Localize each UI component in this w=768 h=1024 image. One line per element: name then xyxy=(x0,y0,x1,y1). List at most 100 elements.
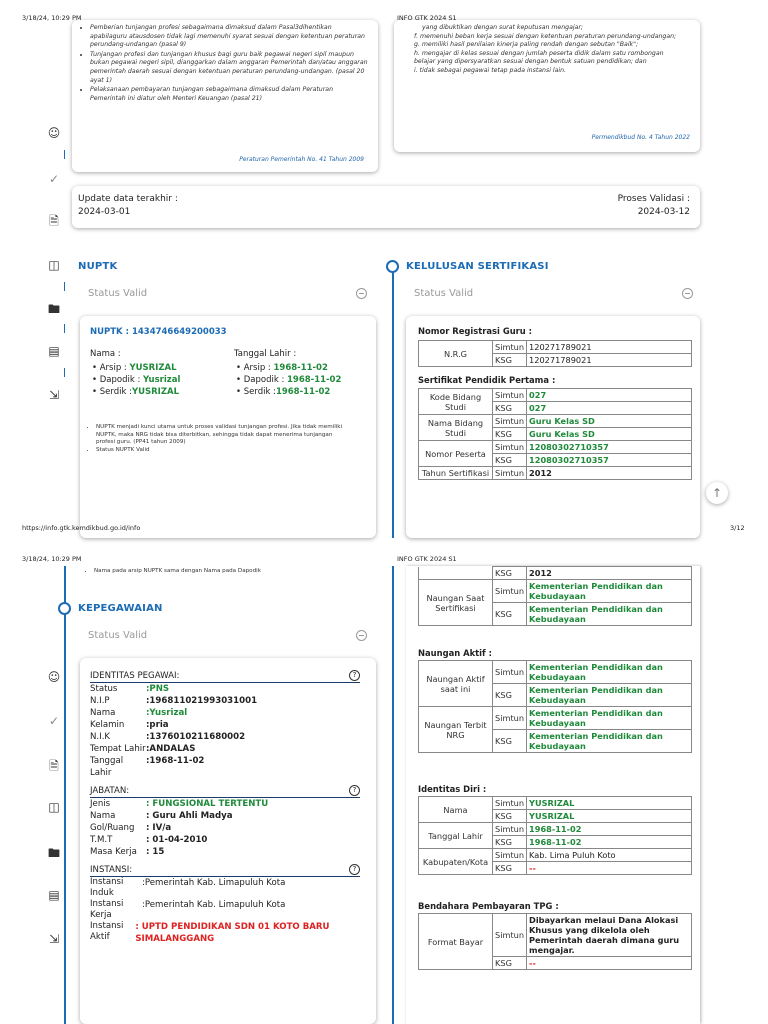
field-label: N.I.K xyxy=(90,732,111,742)
collapse-icon[interactable] xyxy=(356,288,367,299)
table-cell: 120271789021 xyxy=(526,353,692,367)
field-label: Nama xyxy=(90,811,116,821)
field-label: Nama xyxy=(90,708,116,718)
print-datetime: 3/18/24, 10:29 PM xyxy=(22,555,82,563)
sidebar-divider xyxy=(64,324,65,333)
field-label: Tempat Lahir xyxy=(90,744,146,754)
status-text: Status Valid xyxy=(88,288,148,299)
field-label: Tanggal Lahir xyxy=(90,756,124,778)
sertifikasi-card: Nomor Registrasi Guru : N.R.G Simtun 120… xyxy=(406,316,700,538)
field-label: Instansi Aktif xyxy=(90,921,124,942)
field-row: Masa Kerja: 15 xyxy=(90,846,376,858)
table-cell: 2012 xyxy=(526,466,692,480)
sertifikasi-card-continued: KSG 2012 Naungan Saat Sertifikasi Simtun… xyxy=(406,566,700,1024)
naungan-sertifikasi-table: KSG 2012 Naungan Saat Sertifikasi Simtun… xyxy=(418,566,692,626)
field-row: Gol/Ruang: IV/a xyxy=(90,822,376,834)
field-row: Tempat Lahir:ANDALAS xyxy=(90,743,376,755)
inbox-icon[interactable]: ▤ xyxy=(45,888,63,902)
identitas-title: IDENTITAS PEGAWAI: xyxy=(90,671,180,681)
field-row: Jenis: FUNGSIONAL TERTENTU xyxy=(90,798,376,810)
field-row: T.M.T: 01-04-2010 xyxy=(90,834,376,846)
document-icon[interactable]: 🗎 xyxy=(45,212,63,233)
nuptk-notes: NUPTK menjadi kunci utama untuk proses v… xyxy=(86,424,348,454)
identitas-pegawai: IDENTITAS PEGAWAI: ? Status :PNS N.I.P :196… xyxy=(90,670,376,945)
table-cell: Kementerian Pendidikan dan Kebudayaan xyxy=(526,602,692,626)
print-datetime: 3/18/24, 10:29 PM xyxy=(22,14,82,22)
identitas-diri-table: Nama Simtun YUSRIZAL KSG YUSRIZAL Tangga… xyxy=(418,796,692,875)
timeline-line xyxy=(64,566,66,606)
source-label: Simtun xyxy=(491,706,528,730)
inbox-icon[interactable]: ▤ xyxy=(45,344,63,358)
table-row: Nama Simtun YUSRIZAL xyxy=(418,796,692,823)
row-label: N.R.G xyxy=(418,340,493,367)
tanggal-lahir-list: • Arsip : 1968-11-02 • Dapodik : 1968-11… xyxy=(236,362,341,398)
book-icon[interactable]: ◫ xyxy=(45,258,63,272)
regulation-card-pp41: Pemberian tunjangan profesi sebagaimana … xyxy=(72,20,378,172)
table-cell: Guru Kelas SD xyxy=(526,414,692,428)
timeline-line xyxy=(64,614,66,1024)
user-icon[interactable]: ☺ xyxy=(45,670,63,684)
collapse-icon[interactable] xyxy=(682,288,693,299)
timeline-node xyxy=(386,260,399,273)
table-row: Naungan Saat Sertifikasi Simtun Kementer… xyxy=(418,579,692,626)
table-section-title: Sertifikat Pendidik Pertama : xyxy=(418,375,556,385)
table-cell: Kementerian Pendidikan dan Kebudayaan xyxy=(526,706,692,730)
logout-icon[interactable]: ⇲ xyxy=(45,932,63,946)
table-section-title: Identitas Diri : xyxy=(418,784,487,794)
source-label: Simtun xyxy=(491,340,528,354)
collapse-icon[interactable] xyxy=(356,630,367,641)
field-label: Kelamin xyxy=(90,720,125,730)
table-row: Naungan Aktif saat ini Simtun Kementeria… xyxy=(418,660,692,707)
field-label: Status xyxy=(90,684,118,694)
field-value: :1968-11-02 xyxy=(146,756,205,766)
row-label: Naungan Aktif saat ini xyxy=(418,660,493,707)
instansi-header: INSTANSI: ? xyxy=(90,864,360,877)
table-cell: Guru Kelas SD xyxy=(526,427,692,441)
source-label: Simtun xyxy=(491,440,528,454)
note-item: NUPTK menjadi kunci utama untuk proses v… xyxy=(96,424,348,447)
identitas-rows: Status:PNS N.I.P:196811021993031001 Nama:Y… xyxy=(90,683,376,779)
field-label: Instansi Kerja xyxy=(90,899,124,920)
field-value: :PNS xyxy=(146,684,170,694)
table-row: Kode Bidang Studi Simtun 027 xyxy=(418,388,692,415)
row-label: Nomor Peserta xyxy=(418,440,493,467)
table-row: Nomor Peserta Simtun 12080302710357 xyxy=(418,440,692,467)
update-label: Update data terakhir : xyxy=(78,194,178,204)
list-item: • Serdik :1968-11-02 xyxy=(236,387,331,397)
help-icon[interactable]: ? xyxy=(349,785,360,796)
help-icon[interactable]: ? xyxy=(349,670,360,681)
document-icon[interactable]: 🗎 xyxy=(45,757,63,778)
field-value: : Guru Ahli Madya xyxy=(146,811,233,821)
user-icon[interactable]: ☺ xyxy=(45,126,63,140)
check-icon[interactable]: ✓ xyxy=(45,172,63,186)
requirement-item: f. memenuhi beban kerja sesuai dengan ke… xyxy=(414,32,677,40)
table-cell: Kementerian Pendidikan dan Kebudayaan xyxy=(526,683,692,707)
arrow-up-icon[interactable]: ↑ xyxy=(706,482,728,504)
folder-icon[interactable]: 🖿 xyxy=(45,844,63,865)
list-item: • Dapodik : Yusrizal xyxy=(92,375,181,385)
field-value: :pria xyxy=(146,720,169,730)
table-cell: Kementerian Pendidikan dan Kebudayaan xyxy=(526,579,692,603)
source-label: KSG xyxy=(491,683,528,707)
regulation-item: Pelaksanaan pembayaran tunjangan sebagai… xyxy=(90,86,370,103)
field-label: Instansi Induk xyxy=(90,877,124,898)
source-label: KSG xyxy=(491,453,528,467)
source-label: Simtun xyxy=(491,414,528,428)
check-icon[interactable]: ✓ xyxy=(45,714,63,728)
list-item: • Serdik :YUSRIZAL xyxy=(92,387,179,397)
table-section-title: Bendahara Pembayaran TPG : xyxy=(418,901,559,911)
tanggal-lahir-label: Tanggal Lahir : xyxy=(234,349,297,359)
help-icon[interactable]: ? xyxy=(349,864,360,875)
section-title-kepegawaian: KEPEGAWAIAN xyxy=(78,603,163,614)
source-label: KSG xyxy=(491,401,528,415)
source-label: KSG xyxy=(491,861,528,875)
jabatan-header: JABATAN: ? xyxy=(90,785,360,798)
identitas-header: IDENTITAS PEGAWAI: ? xyxy=(90,670,360,683)
field-label: N.I.P xyxy=(90,696,110,706)
sertifikat-table: Kode Bidang Studi Simtun 027 KSG 027 Nam… xyxy=(418,388,692,480)
regulation-reference: Permendikbud No. 4 Tahun 2022 xyxy=(591,134,690,141)
book-icon[interactable]: ◫ xyxy=(45,800,63,814)
folder-icon[interactable]: 🖿 xyxy=(45,300,63,321)
logout-icon[interactable]: ⇲ xyxy=(45,388,63,402)
requirement-item: h. mengajar di kelas sesuai dengan jumla… xyxy=(414,49,664,66)
